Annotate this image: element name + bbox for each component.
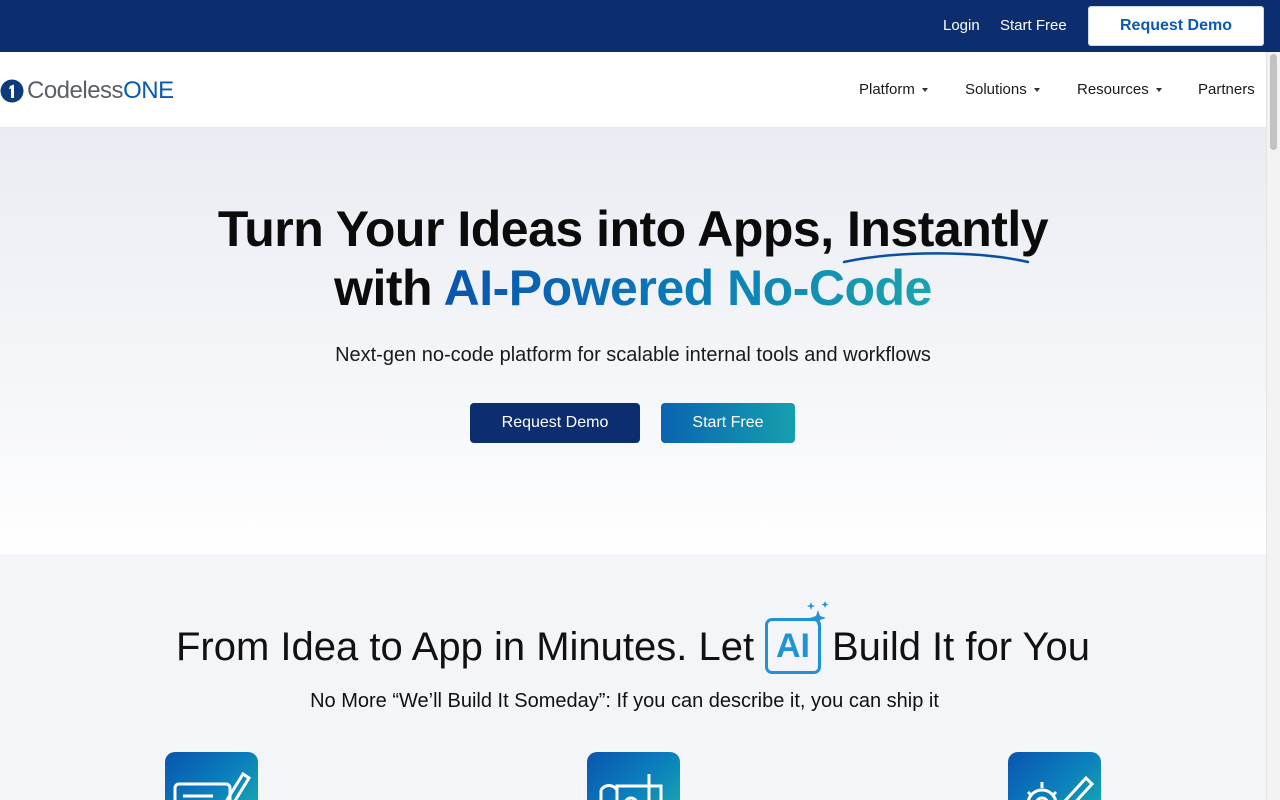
hero-section: Turn Your Ideas into Apps, Instantly wit… [0, 128, 1266, 554]
hero-heading-prefix: with [334, 260, 444, 316]
idea-to-app-section: From Idea to App in Minutes. Let AI Buil… [0, 554, 1266, 800]
edit-board-icon [165, 752, 258, 800]
main-header: CodelessONE Platform Solutions Resources… [0, 52, 1266, 128]
hero-heading-line2: with AI-Powered No-Code [0, 259, 1266, 317]
request-demo-button[interactable]: Request Demo [1088, 6, 1264, 46]
login-link[interactable]: Login [943, 17, 980, 34]
logo-mark-icon [0, 79, 24, 103]
nav-platform[interactable]: Platform [859, 81, 928, 98]
section-title-part1: From Idea to App in Minutes. Let [176, 625, 755, 669]
caret-down-icon [921, 87, 928, 92]
nav-resources[interactable]: Resources [1077, 81, 1162, 98]
logo-text-accent: ONE [123, 77, 174, 104]
top-utility-bar: Login Start Free Request Demo [0, 0, 1280, 52]
hero-heading-line1: Turn Your Ideas into Apps, Instantly [217, 201, 1049, 257]
hero-heading-highlight: AI-Powered No-Code [443, 260, 933, 316]
nav-platform-label: Platform [859, 81, 915, 98]
logo[interactable]: CodelessONE [0, 76, 174, 106]
hero-request-demo-button[interactable]: Request Demo [470, 403, 640, 443]
sparkle-icon [807, 601, 829, 626]
nav-partners[interactable]: Partners [1198, 81, 1255, 98]
logo-text: CodelessONE [27, 77, 174, 105]
scrollbar-thumb[interactable] [1270, 54, 1277, 150]
nav-solutions[interactable]: Solutions [965, 81, 1040, 98]
hero-start-free-button[interactable]: Start Free [661, 403, 795, 443]
caret-down-icon [1033, 87, 1040, 92]
logo-text-main: Codeless [27, 77, 124, 104]
section-title-part2: Build It for You [832, 625, 1090, 669]
nav-partners-label: Partners [1198, 81, 1255, 98]
blueprint-icon [587, 752, 680, 800]
section-subtitle: No More “We’ll Build It Someday”: If you… [310, 690, 939, 712]
page-scrollbar[interactable] [1266, 52, 1280, 800]
nav-solutions-label: Solutions [965, 81, 1027, 98]
start-free-link[interactable]: Start Free [1000, 17, 1067, 34]
gear-pencil-icon [1008, 752, 1101, 800]
nav-resources-label: Resources [1077, 81, 1149, 98]
hero-subtitle: Next-gen no-code platform for scalable i… [335, 344, 931, 366]
page: Login Start Free Request Demo CodelessON… [0, 0, 1280, 800]
caret-down-icon [1155, 87, 1162, 92]
